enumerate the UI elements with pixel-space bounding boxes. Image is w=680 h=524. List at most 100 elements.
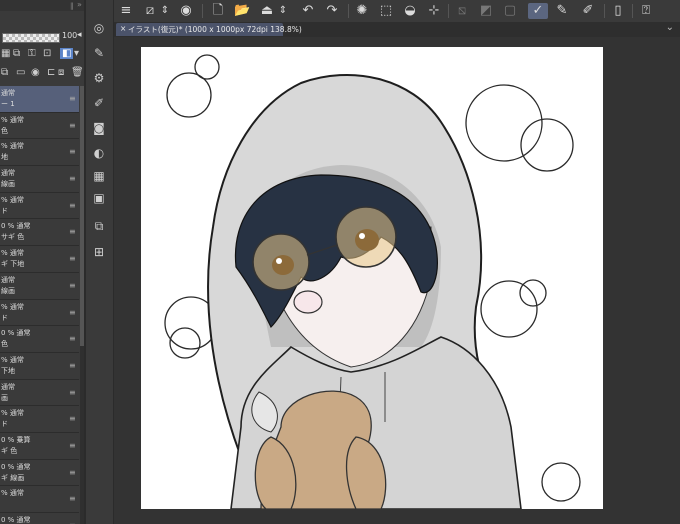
layer-row[interactable]: % 通常 ≡ bbox=[0, 486, 79, 513]
layer-row[interactable]: 通常画 ≡ bbox=[0, 380, 79, 407]
navigator-icon[interactable]: ◎ bbox=[90, 20, 108, 36]
layer-menu-icon[interactable]: ≡ bbox=[69, 281, 76, 290]
opacity-row: 100 ◂ bbox=[0, 30, 84, 44]
layer-row[interactable]: 0 % 通常ギ 線画 ≡ bbox=[0, 460, 79, 487]
layer-tool-row-2: ⧉ ▭ ◉ ⊏ ⧈ 🗑 bbox=[0, 66, 84, 82]
collapse-icon[interactable]: » bbox=[77, 0, 82, 9]
selection-mask-icon[interactable]: ▢ bbox=[502, 3, 518, 19]
layer-menu-icon[interactable]: ≡ bbox=[69, 121, 76, 130]
snap-special-ruler-icon[interactable]: ✎ bbox=[554, 3, 570, 19]
transform-icon[interactable]: ⊹ bbox=[426, 3, 442, 19]
tab-close-icon[interactable]: × bbox=[120, 24, 126, 33]
companion-icon[interactable]: ▯ bbox=[610, 3, 626, 19]
layer-menu-icon[interactable]: ≡ bbox=[69, 334, 76, 343]
new-folder-icon[interactable]: ⧉ bbox=[1, 67, 8, 78]
layer-menu-icon[interactable]: ≡ bbox=[69, 227, 76, 236]
layer-menu-icon[interactable]: ≡ bbox=[69, 254, 76, 263]
layer-row[interactable]: % 通常ド ≡ bbox=[0, 193, 79, 220]
layer-menu-icon[interactable]: ≡ bbox=[69, 201, 76, 210]
lock-transparent-icon[interactable]: ▦ bbox=[1, 48, 10, 59]
layer-menu-icon[interactable]: ≡ bbox=[69, 94, 76, 103]
tab-menu-icon[interactable]: ⌄ bbox=[666, 22, 674, 33]
layer-color-icon[interactable]: ◧ bbox=[60, 48, 74, 59]
new-file-icon[interactable]: 🗋 bbox=[210, 3, 226, 19]
smartphone-companion-icon[interactable]: ◉ bbox=[178, 3, 194, 19]
layer-property-icon[interactable]: ⧉ bbox=[90, 218, 108, 234]
document-tab[interactable]: × イラスト(復元)* (1000 x 1000px 72dpi 138.8%) bbox=[116, 23, 302, 36]
layer-row[interactable]: % 通常ギ 下地 ≡ bbox=[0, 246, 79, 273]
new-mask-icon[interactable]: ◉ bbox=[31, 67, 40, 78]
layer-menu-icon[interactable]: ≡ bbox=[69, 468, 76, 477]
layer-row[interactable]: 通常 線画 ≡ bbox=[0, 166, 79, 193]
save-dropdown-icon[interactable]: ⇕ bbox=[278, 3, 288, 19]
sub-tool-icon[interactable]: ✎ bbox=[90, 45, 108, 61]
merge-down-icon[interactable]: ⧈ bbox=[58, 67, 64, 78]
fill-icon[interactable]: ◒ bbox=[402, 3, 418, 19]
deselect-icon[interactable]: ⧅ bbox=[454, 3, 470, 19]
panel-header: ‖ » bbox=[0, 0, 84, 11]
brush-size-icon[interactable]: ✐ bbox=[90, 95, 108, 111]
layer-scroll-thumb[interactable] bbox=[80, 86, 84, 346]
new-layer-icon[interactable]: ▭ bbox=[16, 67, 25, 78]
layer-row[interactable]: 0 % 通常 サギ 色 ≡ bbox=[0, 219, 79, 247]
layer-scrollbar[interactable] bbox=[80, 86, 84, 524]
color-set-icon[interactable]: ◐ bbox=[90, 145, 108, 161]
layer-row[interactable]: % 通常ド ≡ bbox=[0, 406, 79, 433]
layer-menu-icon[interactable]: ≡ bbox=[69, 414, 76, 423]
menu-icon[interactable]: ≡ bbox=[118, 3, 134, 19]
layer-row[interactable]: 通常ー 1 ≡ bbox=[0, 86, 79, 113]
layer-row[interactable]: 0 % 乗算ギ 色 ≡ bbox=[0, 433, 79, 460]
layer-color-menu-icon[interactable]: ▾ bbox=[74, 48, 79, 59]
layer-menu-icon[interactable]: ≡ bbox=[69, 361, 76, 370]
layer-row[interactable]: % 通常 下地 ≡ bbox=[0, 353, 79, 380]
layer-menu-icon[interactable]: ≡ bbox=[69, 147, 76, 156]
layer-row[interactable]: % 通常地 ≡ bbox=[0, 139, 79, 167]
copy-layer-icon[interactable]: ⊏ bbox=[47, 67, 55, 78]
layer-row[interactable]: 通常 線画 ≡ bbox=[0, 273, 79, 300]
layer-search-icon[interactable]: ⊞ bbox=[90, 244, 108, 260]
redo-icon[interactable]: ↷ bbox=[324, 3, 340, 19]
grip-icon[interactable]: ‖ bbox=[70, 2, 73, 10]
opacity-slider[interactable] bbox=[2, 33, 60, 43]
layer-menu-icon[interactable]: ≡ bbox=[69, 441, 76, 450]
layer-row[interactable]: % 通常色 ≡ bbox=[0, 113, 79, 140]
snap-ruler-icon[interactable]: ✓ bbox=[528, 3, 548, 19]
trash-icon[interactable]: 🗑 bbox=[71, 67, 84, 78]
separator bbox=[202, 4, 203, 18]
reference-layer-icon[interactable]: ⧉ bbox=[13, 48, 20, 59]
layer-blend-label: % 通常 bbox=[1, 489, 24, 498]
layer-blend-label: 0 % 通常 bbox=[1, 222, 31, 231]
layer-row[interactable]: 0 % 通常色 ≡ bbox=[0, 326, 79, 353]
tool-property-icon[interactable]: ⚙ bbox=[90, 70, 108, 86]
layer-row[interactable]: % 通常ド ≡ bbox=[0, 300, 79, 327]
invert-selection-icon[interactable]: ◩ bbox=[478, 3, 494, 19]
mask-icon[interactable]: ⊡ bbox=[43, 48, 51, 59]
layer-menu-icon[interactable]: ≡ bbox=[69, 388, 76, 397]
layer-menu-icon[interactable]: ≡ bbox=[69, 308, 76, 317]
color-mix-icon[interactable]: ▦ bbox=[90, 168, 108, 184]
layer-menu-icon[interactable]: ≡ bbox=[69, 174, 76, 183]
layer-name: ド bbox=[1, 313, 8, 322]
layer-blend-label: 0 % 通常 bbox=[1, 329, 31, 338]
opacity-stepper-icon[interactable]: ◂ bbox=[77, 30, 82, 40]
material-icon[interactable]: ▣ bbox=[90, 190, 108, 206]
illustration bbox=[164, 54, 581, 509]
open-folder-icon[interactable]: 📂 bbox=[234, 3, 250, 19]
layer-menu-icon[interactable]: ≡ bbox=[69, 494, 76, 503]
new-canvas-dropdown-icon[interactable]: ⇕ bbox=[160, 3, 170, 19]
save-icon[interactable]: ⏏ bbox=[259, 3, 275, 19]
snap-grid-icon[interactable]: ✐ bbox=[580, 3, 596, 19]
opacity-value[interactable]: 100 bbox=[62, 31, 77, 40]
lock-icon[interactable]: ⚿ bbox=[28, 48, 36, 59]
layer-blend-label: 0 % 通常 bbox=[1, 516, 31, 524]
color-wheel-icon[interactable]: ◙ bbox=[90, 120, 108, 136]
layer-row[interactable]: 0 % 通常≡ bbox=[0, 513, 79, 524]
undo-icon[interactable]: ↶ bbox=[300, 3, 316, 19]
help-icon[interactable]: ⍰ bbox=[638, 3, 654, 19]
new-canvas-icon[interactable]: ⧄ bbox=[142, 3, 158, 19]
separator bbox=[604, 4, 605, 18]
canvas-area[interactable] bbox=[114, 37, 680, 524]
clear-icon[interactable]: ⬚ bbox=[378, 3, 394, 19]
drawing-canvas[interactable] bbox=[141, 47, 603, 509]
loading-icon[interactable]: ✺ bbox=[354, 3, 370, 19]
